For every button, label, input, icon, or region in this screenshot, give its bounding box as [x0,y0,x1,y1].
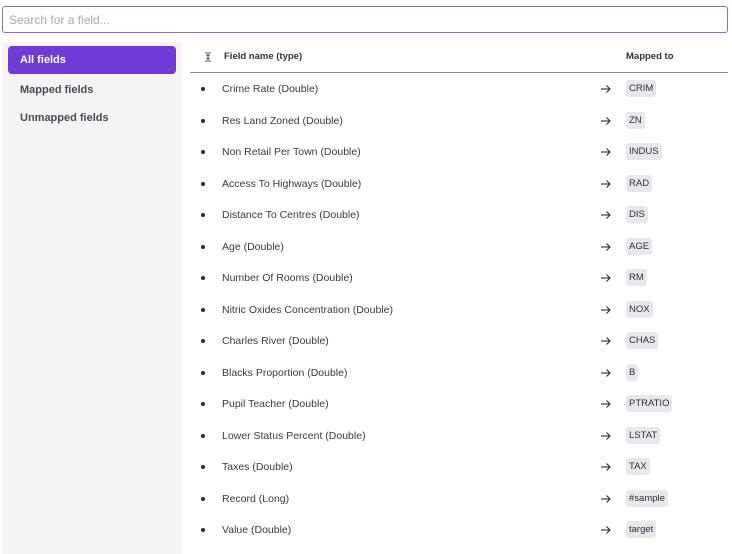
sidebar-item-label: Mapped fields [20,84,94,96]
mapped-to-badge: INDUS [626,143,662,160]
bullet-icon [201,433,205,438]
table-row[interactable]: Nitric Oxides Concentration (Double) NOX [190,294,728,326]
bullet-icon [201,402,205,406]
sidebar-item-all-fields[interactable]: All fields [8,46,176,74]
table-row[interactable]: Res Land Zoned (Double) ZN [190,105,728,137]
field-name: Distance To Centres (Double) [222,209,360,221]
table-body: Crime Rate (Double) CRIM Res Land Zoned … [190,73,728,546]
field-name: Number Of Rooms (Double) [222,272,353,284]
arrow-right-icon [601,526,611,534]
bullet-icon [201,150,205,154]
bullet-icon [201,339,205,343]
bullet-icon [201,370,205,375]
field-table: Field name (type) Mapped to Crime Rate (… [190,42,728,546]
field-name: Pupil Teacher (Double) [222,398,329,410]
table-row[interactable]: Non Retail Per Town (Double) INDUS [190,136,728,168]
arrow-right-icon [601,368,611,377]
arrow-right-icon [601,431,611,440]
table-row[interactable]: Value (Double) target [190,514,728,546]
search-box[interactable] [2,6,728,33]
arrow-right-icon [601,494,611,503]
table-row[interactable]: Blacks Proportion (Double) B [190,357,728,389]
bullet-icon [201,87,205,91]
table-row[interactable]: Crime Rate (Double) CRIM [190,73,728,105]
mapped-to-badge: B [626,363,639,381]
mapped-to-badge: target [626,521,657,538]
field-mapping-panel: All fields Mapped fields Unmapped fields… [0,0,732,554]
bullet-icon [201,307,205,312]
table-row[interactable]: Pupil Teacher (Double) PTRATIO [190,388,728,420]
mapped-to-badge: AGE [626,237,653,255]
mapped-to-badge: TAX [626,458,650,475]
arrow-right-icon [601,179,611,188]
bullet-icon [201,118,205,123]
arrow-right-icon [601,400,611,408]
table-row[interactable]: Access To Highways (Double) RAD [190,168,728,200]
bullet-icon [201,496,205,501]
mapped-to-badge: CRIM [626,80,657,97]
mapped-to-badge: #sample [626,489,668,507]
arrow-right-icon [601,274,611,282]
table-row[interactable]: Distance To Centres (Double) DIS [190,199,728,231]
filter-sidebar: All fields Mapped fields Unmapped fields [2,42,182,554]
mapped-to-badge: RM [626,269,647,286]
arrow-right-icon [601,305,611,314]
sidebar-item-label: Unmapped fields [20,112,109,124]
table-row[interactable]: Record (Long) #sample [190,483,728,515]
table-row[interactable]: Lower Status Percent (Double) LSTAT [190,420,728,452]
sidebar-item-label: All fields [20,54,66,66]
field-name: Access To Highways (Double) [222,177,362,190]
mapped-to-badge: RAD [626,174,653,192]
bullet-icon [201,213,205,217]
arrow-right-icon [601,116,611,125]
bullet-icon [201,528,205,532]
sidebar-item-mapped-fields[interactable]: Mapped fields [8,76,176,104]
field-name: Non Retail Per Town (Double) [222,146,361,158]
arrow-right-icon [601,85,611,93]
column-header-field-name[interactable]: Field name (type) [224,51,302,62]
mapped-to-badge: LSTAT [626,426,661,444]
sidebar-item-unmapped-fields[interactable]: Unmapped fields [8,104,176,132]
arrow-right-icon [601,337,611,345]
table-row[interactable]: Age (Double) AGE [190,231,728,263]
mapped-to-badge: DIS [626,206,648,223]
arrow-right-icon [601,242,611,251]
arrow-right-icon [601,211,611,219]
mapped-to-badge: NOX [626,300,653,318]
field-name: Charles River (Double) [222,335,329,347]
mapped-to-badge: ZN [626,111,645,129]
field-name: Taxes (Double) [222,461,293,473]
field-name: Crime Rate (Double) [222,83,319,95]
sort-icon[interactable] [203,52,213,62]
column-header-mapped-to[interactable]: Mapped to [626,51,674,62]
table-row[interactable]: Taxes (Double) TAX [190,451,728,483]
table-row[interactable]: Number Of Rooms (Double) RM [190,262,728,294]
mapped-to-badge: CHAS [626,332,659,349]
arrow-right-icon [601,148,611,156]
field-name: Value (Double) [222,524,292,536]
table-row[interactable]: Charles River (Double) CHAS [190,325,728,357]
bullet-icon [201,276,205,280]
field-name: Record (Long) [222,492,290,505]
mapped-to-badge: PTRATIO [626,395,673,412]
bullet-icon [201,465,205,469]
field-name: Blacks Proportion (Double) [222,366,348,379]
bullet-icon [201,244,205,249]
field-name: Lower Status Percent (Double) [222,429,366,442]
arrow-right-icon [601,463,611,471]
table-header: Field name (type) Mapped to [190,42,728,73]
field-name: Nitric Oxides Concentration (Double) [222,303,393,316]
bullet-icon [201,181,205,186]
field-name: Res Land Zoned (Double) [222,114,343,127]
search-input[interactable] [3,7,727,32]
field-name: Age (Double) [222,240,284,253]
